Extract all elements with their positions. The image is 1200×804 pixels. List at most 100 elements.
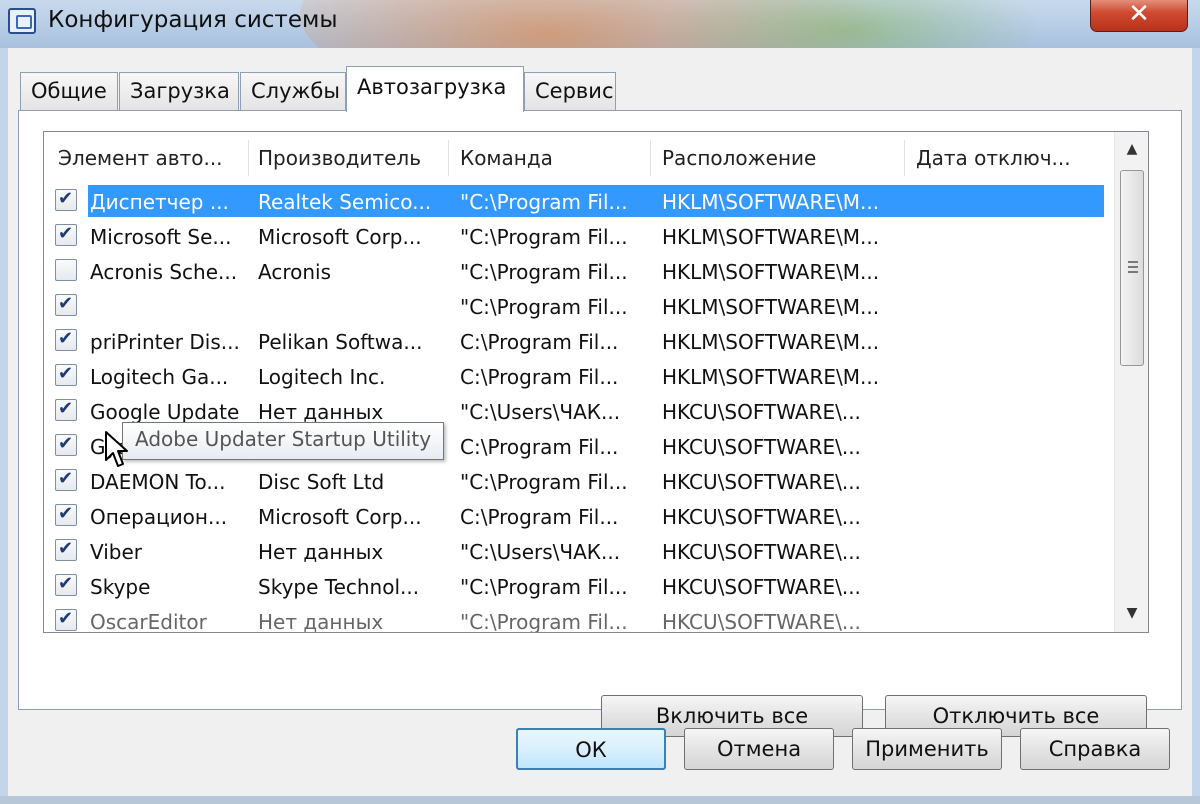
cell-command: "C:\Program Fil... (460, 470, 628, 494)
window-frame-bottom (0, 796, 1200, 804)
column-header-item[interactable]: Элемент авто... (58, 146, 223, 170)
enable-checkbox[interactable] (55, 538, 77, 561)
cell-manufacturer: Skype Technol... (258, 575, 420, 599)
startup-items-list[interactable]: Элемент авто... Производитель Команда Ра… (43, 131, 1149, 633)
cell-manufacturer: Нет данных (258, 400, 384, 424)
cell-location: HKCU\SOFTWARE\... (662, 540, 861, 564)
cell-location: HKCU\SOFTWARE\... (662, 610, 861, 633)
column-header-location[interactable]: Расположение (662, 146, 816, 170)
column-separator[interactable] (904, 140, 905, 176)
list-item[interactable]: Logitech Ga... Logitech Inc. C:\Program Fi… (44, 359, 1114, 394)
tab-label: Общие (31, 79, 107, 103)
enable-checkbox[interactable] (55, 503, 77, 526)
cell-location: HKCU\SOFTWARE\... (662, 400, 861, 424)
tab-boot[interactable]: Загрузка (119, 72, 239, 110)
cell-item: Viber (90, 540, 143, 564)
cell-item: Microsoft Se... (90, 225, 232, 249)
column-header-command[interactable]: Команда (460, 146, 553, 170)
cell-command: C:\Program Fil... (460, 330, 619, 354)
cell-command: C:\Program Fil... (460, 365, 619, 389)
msconfig-icon (8, 8, 36, 34)
cell-manufacturer: Microsoft Corp... (258, 225, 422, 249)
list-item[interactable]: priPrinter Dis... Pelikan Softwa... C:\Pro… (44, 324, 1114, 359)
list-scrollbar[interactable]: ▲ ▼ (1114, 132, 1148, 632)
ok-button[interactable]: ОК (516, 728, 666, 770)
column-header-manufacturer[interactable]: Производитель (258, 146, 421, 170)
help-button[interactable]: Справка (1020, 728, 1170, 770)
list-item[interactable]: Операцион... Microsoft Corp... C:\Program … (44, 499, 1114, 534)
list-item[interactable]: Skype Skype Technol... "C:\Program Fil... H… (44, 569, 1114, 604)
enable-checkbox[interactable] (55, 328, 77, 351)
scroll-grip-icon (1128, 261, 1138, 273)
cell-item: Acronis Sche... (90, 260, 238, 284)
cell-manufacturer: Realtek Semico... (258, 190, 432, 214)
scroll-up-arrow-icon[interactable]: ▲ (1115, 134, 1148, 164)
list-item[interactable]: Viber Нет данных "C:\Users\ЧАК... HKCU\SOFT… (44, 534, 1114, 569)
close-button[interactable]: ✕ (1090, 0, 1188, 32)
enable-checkbox[interactable] (55, 608, 77, 631)
window-titlebar[interactable]: Конфигурация системы ✕ (0, 0, 1200, 48)
list-item[interactable]: Microsoft Se... Microsoft Corp... "C:\Prog… (44, 219, 1114, 254)
enable-checkbox[interactable] (55, 398, 77, 421)
startup-tab-panel: Элемент авто... Производитель Команда Ра… (18, 110, 1182, 737)
cell-command: C:\Program Fil... (460, 505, 619, 529)
cell-manufacturer: Acronis (258, 260, 331, 284)
enable-checkbox[interactable] (55, 223, 77, 246)
cell-command: "C:\Program Fil... (460, 260, 628, 284)
cell-manufacturer: Нет данных (258, 540, 384, 564)
cancel-button[interactable]: Отмена (684, 728, 834, 770)
cell-item: Skype (90, 575, 151, 599)
mouse-pointer-icon (105, 431, 128, 467)
tab-general[interactable]: Общие (20, 72, 118, 110)
column-header-disable-date[interactable]: Дата отключ... (916, 146, 1071, 170)
enable-checkbox[interactable] (55, 188, 77, 211)
cell-location: HKCU\SOFTWARE\... (662, 470, 861, 494)
column-separator[interactable] (650, 140, 651, 176)
enable-checkbox[interactable] (55, 468, 77, 491)
enable-checkbox[interactable] (55, 293, 77, 316)
cell-manufacturer: Logitech Inc. (258, 365, 386, 389)
cell-item: Операцион... (90, 505, 228, 529)
list-item[interactable]: OscarEditor Нет данных "C:\Program Fil... H… (44, 604, 1114, 633)
window-frame-right (1192, 48, 1200, 804)
list-header: Элемент авто... Производитель Команда Ра… (44, 132, 1114, 182)
apply-button[interactable]: Применить (852, 728, 1002, 770)
window-frame-left (0, 48, 8, 804)
list-item[interactable]: "C:\Program Fil... HKLM\SOFTWARE\M... (44, 289, 1114, 324)
cell-location: HKLM\SOFTWARE\M... (662, 190, 880, 214)
cell-location: HKLM\SOFTWARE\M... (662, 295, 880, 319)
enable-checkbox[interactable] (55, 573, 77, 596)
list-item[interactable]: Диспетчер ... Realtek Semico... "C:\Progra… (44, 184, 1114, 219)
enable-checkbox[interactable] (55, 259, 77, 281)
cell-location: HKCU\SOFTWARE\... (662, 575, 861, 599)
cell-item: priPrinter Dis... (90, 330, 240, 354)
column-separator[interactable] (448, 140, 449, 176)
cell-location: HKCU\SOFTWARE\... (662, 435, 861, 459)
cell-command: C:\Program Fil... (460, 435, 619, 459)
tab-label: Службы (251, 79, 340, 103)
cell-manufacturer: Нет данных (258, 610, 384, 633)
enable-checkbox[interactable] (55, 363, 77, 386)
list-item[interactable]: DAEMON To... Disc Soft Ltd "C:\Program Fil… (44, 464, 1114, 499)
tab-label: Загрузка (130, 79, 230, 103)
scroll-down-arrow-icon[interactable]: ▼ (1115, 598, 1148, 628)
list-item[interactable]: Acronis Sche... Acronis "C:\Program Fil...… (44, 254, 1114, 289)
tab-tools[interactable]: Сервис (524, 72, 616, 110)
cell-item: Google Update (90, 400, 240, 424)
cell-command: "C:\Program Fil... (460, 295, 628, 319)
cell-item: OscarEditor (90, 610, 207, 633)
tab-label: Автозагрузка (357, 75, 507, 99)
cell-command: "C:\Program Fil... (460, 225, 628, 249)
tab-startup[interactable]: Автозагрузка (346, 66, 524, 112)
cell-manufacturer: Disc Soft Ltd (258, 470, 385, 494)
cell-command: "C:\Program Fil... (460, 610, 628, 633)
scroll-thumb[interactable] (1120, 170, 1144, 366)
titlebar-background-glow-green (640, 0, 1060, 48)
enable-checkbox[interactable] (55, 433, 77, 456)
column-separator[interactable] (248, 140, 249, 176)
cell-manufacturer: Microsoft Corp... (258, 505, 422, 529)
cell-command: "C:\Users\ЧАК... (460, 400, 621, 424)
tab-services[interactable]: Службы (240, 72, 346, 110)
close-icon: ✕ (1128, 0, 1150, 29)
cell-location: HKLM\SOFTWARE\M... (662, 330, 880, 354)
